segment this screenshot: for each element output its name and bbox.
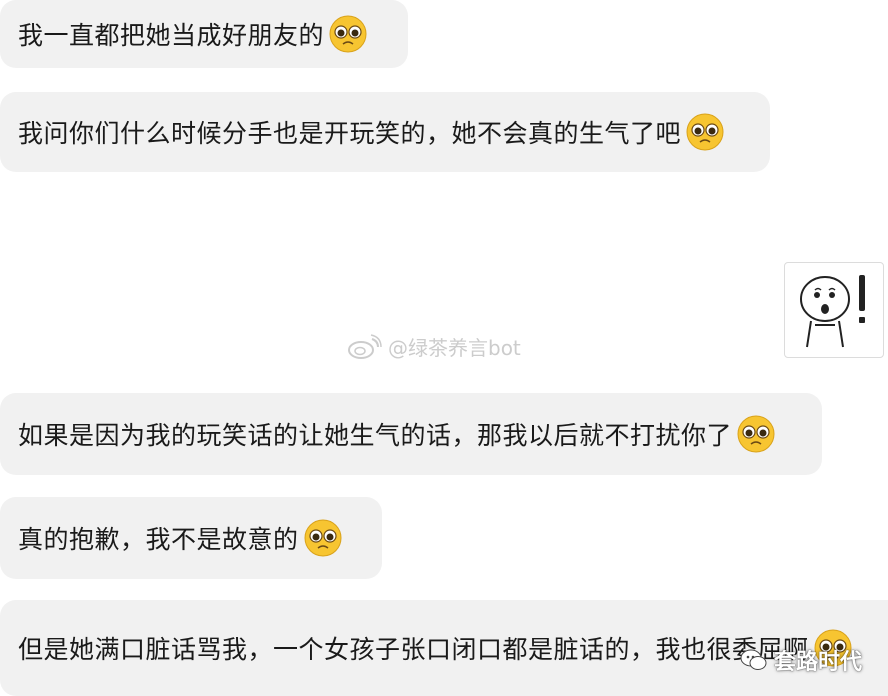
crying-emoji-icon: [737, 415, 775, 453]
message-bubble[interactable]: 真的抱歉，我不是故意的: [0, 497, 382, 579]
message-text: 我问你们什么时候分手也是开玩笑的，她不会真的生气了吧: [18, 119, 682, 148]
message-bubble[interactable]: 我问你们什么时候分手也是开玩笑的，她不会真的生气了吧: [0, 92, 770, 172]
weibo-watermark: @绿茶养言bot: [346, 332, 521, 361]
message-text: 但是她满口脏话骂我，一个女孩子张口闭口都是脏话的，我也很委屈啊: [18, 635, 809, 664]
wechat-icon: [740, 649, 767, 670]
message-text: 我一直都把她当成好朋友的: [18, 21, 325, 50]
crying-emoji-icon: [304, 519, 342, 557]
shocked-face-sticker[interactable]: [784, 262, 884, 358]
weibo-watermark-text: @绿茶养言bot: [388, 336, 521, 360]
weibo-icon: [348, 333, 382, 359]
crying-emoji-icon: [329, 15, 367, 53]
message-bubble[interactable]: 我一直都把她当成好朋友的: [0, 0, 408, 68]
wechat-watermark-text: 套路时代: [773, 650, 862, 675]
message-text: 如果是因为我的玩笑话的让她生气的话，那我以后就不打扰你了: [18, 421, 733, 450]
message-bubble[interactable]: 如果是因为我的玩笑话的让她生气的话，那我以后就不打扰你了: [0, 393, 822, 475]
crying-emoji-icon: [686, 113, 724, 151]
message-text: 真的抱歉，我不是故意的: [18, 525, 299, 554]
shocked-face-icon: [800, 275, 865, 348]
chat-screen: 我一直都把她当成好朋友的 我问你们什么时候分手也是开玩笑的，她不会真的生气了吧: [0, 0, 888, 696]
wechat-watermark: 套路时代: [740, 644, 862, 676]
